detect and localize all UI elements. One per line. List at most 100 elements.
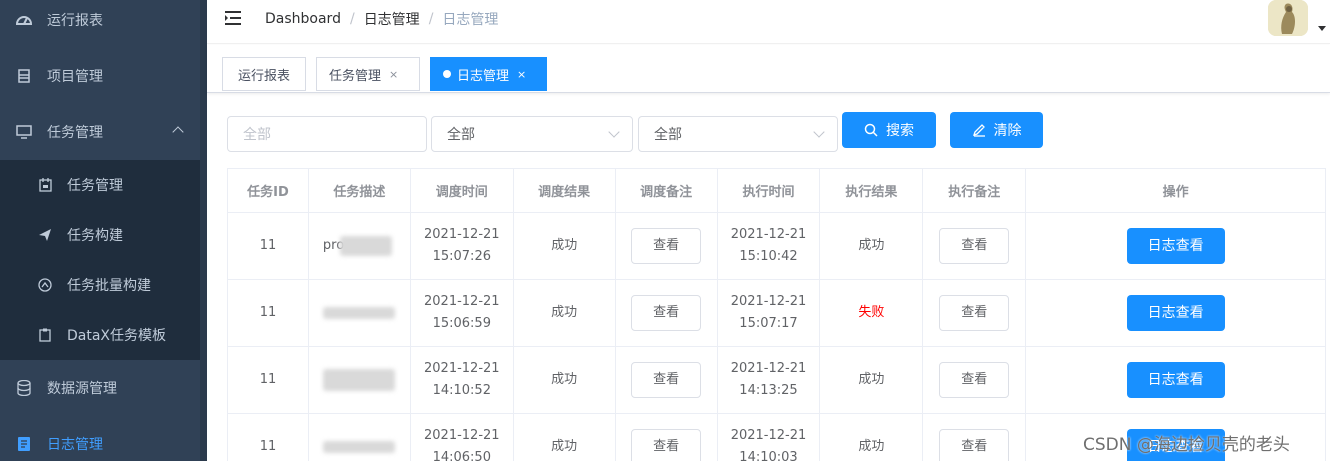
breadcrumb-item-log-parent[interactable]: 日志管理 <box>364 9 420 29</box>
exec-date: 2021-12-21 <box>730 361 807 376</box>
column-header: 任务ID <box>228 169 309 213</box>
sidebar-item-task[interactable]: 任务管理 <box>0 104 200 160</box>
search-button-label: 搜索 <box>886 123 914 139</box>
chevron-down-icon <box>813 126 825 138</box>
view-exec-note-button[interactable]: 查看 <box>939 295 1010 331</box>
active-dot-icon <box>443 70 451 78</box>
sidebar-subitem-task-batch[interactable]: 任务批量构建 <box>0 260 200 310</box>
view-log-button[interactable]: 日志查看 <box>1126 295 1225 331</box>
tag-label: 日志管理 <box>457 68 510 84</box>
cell-task-id: 11 <box>228 347 309 414</box>
sidebar-item-label: 项目管理 <box>47 69 103 85</box>
sidebar-item-dashboard[interactable]: 运行报表 <box>0 0 200 48</box>
database-icon <box>16 380 32 396</box>
sched-date: 2021-12-21 <box>424 227 500 242</box>
exec-date: 2021-12-21 <box>730 227 807 242</box>
sched-date: 2021-12-21 <box>424 428 500 443</box>
cell-sched-note: 查看 <box>615 347 718 414</box>
table-row: 11 pro 2021-12-21 15:07:26 成功 查看 2021-12… <box>228 213 1326 280</box>
status-select-1[interactable]: 全部 <box>431 116 633 152</box>
cell-sched-note: 查看 <box>616 414 718 461</box>
cell-sched-time: 2021-12-21 15:06:59 <box>410 280 514 347</box>
view-exec-note-button[interactable]: 查看 <box>939 429 1010 461</box>
batch-icon <box>38 278 52 292</box>
template-icon <box>38 328 52 342</box>
sidebar-subitem-label: DataX任务模板 <box>67 328 167 344</box>
select-value: 全部 <box>447 127 475 143</box>
clear-button-label: 清除 <box>993 123 1022 139</box>
view-exec-note-button[interactable]: 查看 <box>939 228 1010 264</box>
hamburger-icon[interactable] <box>224 9 242 27</box>
column-header: 调度时间 <box>410 169 514 213</box>
cell-task-desc <box>308 347 411 414</box>
search-button[interactable]: 搜索 <box>842 112 936 148</box>
chevron-up-icon <box>172 126 184 138</box>
sched-date: 2021-12-21 <box>424 294 500 309</box>
status-select-2[interactable]: 全部 <box>638 116 838 152</box>
column-header: 执行结果 <box>820 169 924 213</box>
sched-time: 14:06:50 <box>432 450 491 461</box>
tag-log-manage[interactable]: 日志管理 × <box>430 57 547 91</box>
exec-time: 14:13:25 <box>739 383 798 398</box>
table-row: 11 2021-12-21 15:06:59 成功 查看 2021-12-21 … <box>228 280 1326 347</box>
log-icon <box>16 436 32 452</box>
search-input[interactable]: 全部 <box>227 116 427 152</box>
watermark: CSDN @海边捡贝壳的老头 <box>1083 435 1290 455</box>
table-header-row: 任务ID 任务描述 调度时间 调度结果 调度备注 执行时间 执行结果 执行备注 … <box>228 169 1326 213</box>
sched-time: 15:06:59 <box>432 316 491 331</box>
project-icon <box>16 68 32 84</box>
tags-view: 运行报表 任务管理 × 日志管理 × <box>207 45 1330 93</box>
cell-task-id: 11 <box>228 414 309 461</box>
sidebar-item-datasource[interactable]: 数据源管理 <box>0 360 200 416</box>
column-header: 调度备注 <box>615 169 718 213</box>
sched-time: 15:07:26 <box>432 249 491 264</box>
cell-exec-result: 失败 <box>820 280 924 347</box>
calendar-icon <box>38 178 52 192</box>
view-exec-note-button[interactable]: 查看 <box>939 362 1010 398</box>
cell-actions: 日志查看 <box>1026 213 1326 280</box>
caret-down-icon[interactable] <box>1318 26 1326 31</box>
sidebar-subitem-task-manage[interactable]: 任务管理 <box>0 160 200 210</box>
view-log-button[interactable]: 日志查看 <box>1126 362 1225 398</box>
edit-icon <box>972 123 986 137</box>
breadcrumb-separator: / <box>428 11 434 27</box>
sidebar-subitem-task-build[interactable]: 任务构建 <box>0 210 200 260</box>
sidebar-item-project[interactable]: 项目管理 <box>0 48 200 104</box>
breadcrumb-item-dashboard[interactable]: Dashboard <box>265 11 341 27</box>
cell-exec-note: 查看 <box>923 347 1027 414</box>
clear-button[interactable]: 清除 <box>950 112 1043 148</box>
breadcrumb-separator: / <box>349 11 355 27</box>
sidebar-subitem-datax-template[interactable]: DataX任务模板 <box>0 310 200 360</box>
tag-label: 任务管理 <box>329 68 382 84</box>
navbar: Dashboard / 日志管理 / 日志管理 <box>207 0 1330 44</box>
cell-task-desc: pro <box>308 213 411 280</box>
close-icon[interactable]: × <box>517 68 526 81</box>
cell-sched-note: 查看 <box>615 213 718 280</box>
avatar[interactable] <box>1268 0 1308 36</box>
column-header: 调度结果 <box>513 169 616 213</box>
cell-exec-time: 2021-12-21 15:10:42 <box>717 213 821 280</box>
view-sched-note-button[interactable]: 查看 <box>631 295 702 331</box>
cell-sched-result: 成功 <box>513 280 616 347</box>
send-icon <box>38 228 52 242</box>
tag-dashboard[interactable]: 运行报表 <box>222 57 306 91</box>
view-sched-note-button[interactable]: 查看 <box>631 429 702 461</box>
breadcrumb: Dashboard / 日志管理 / 日志管理 <box>265 9 498 29</box>
redacted-text <box>323 441 396 453</box>
sidebar-scrollbar[interactable] <box>200 0 207 461</box>
view-sched-note-button[interactable]: 查看 <box>631 362 702 398</box>
close-icon[interactable]: × <box>389 68 398 81</box>
exec-date: 2021-12-21 <box>730 294 807 309</box>
cell-exec-result: 成功 <box>820 213 924 280</box>
sidebar-subitem-label: 任务批量构建 <box>67 278 151 294</box>
sidebar-item-log[interactable]: 日志管理 <box>0 416 200 461</box>
exec-time: 14:10:03 <box>739 450 798 461</box>
sidebar-subitem-label: 任务构建 <box>67 228 123 244</box>
exec-time: 15:07:17 <box>739 316 798 331</box>
cell-sched-result: 成功 <box>513 347 616 414</box>
view-sched-note-button[interactable]: 查看 <box>631 228 702 264</box>
cell-sched-result: 成功 <box>514 414 616 461</box>
tag-task-manage[interactable]: 任务管理 × <box>316 57 420 91</box>
sidebar-subitem-label: 任务管理 <box>67 178 123 194</box>
view-log-button[interactable]: 日志查看 <box>1126 228 1225 264</box>
